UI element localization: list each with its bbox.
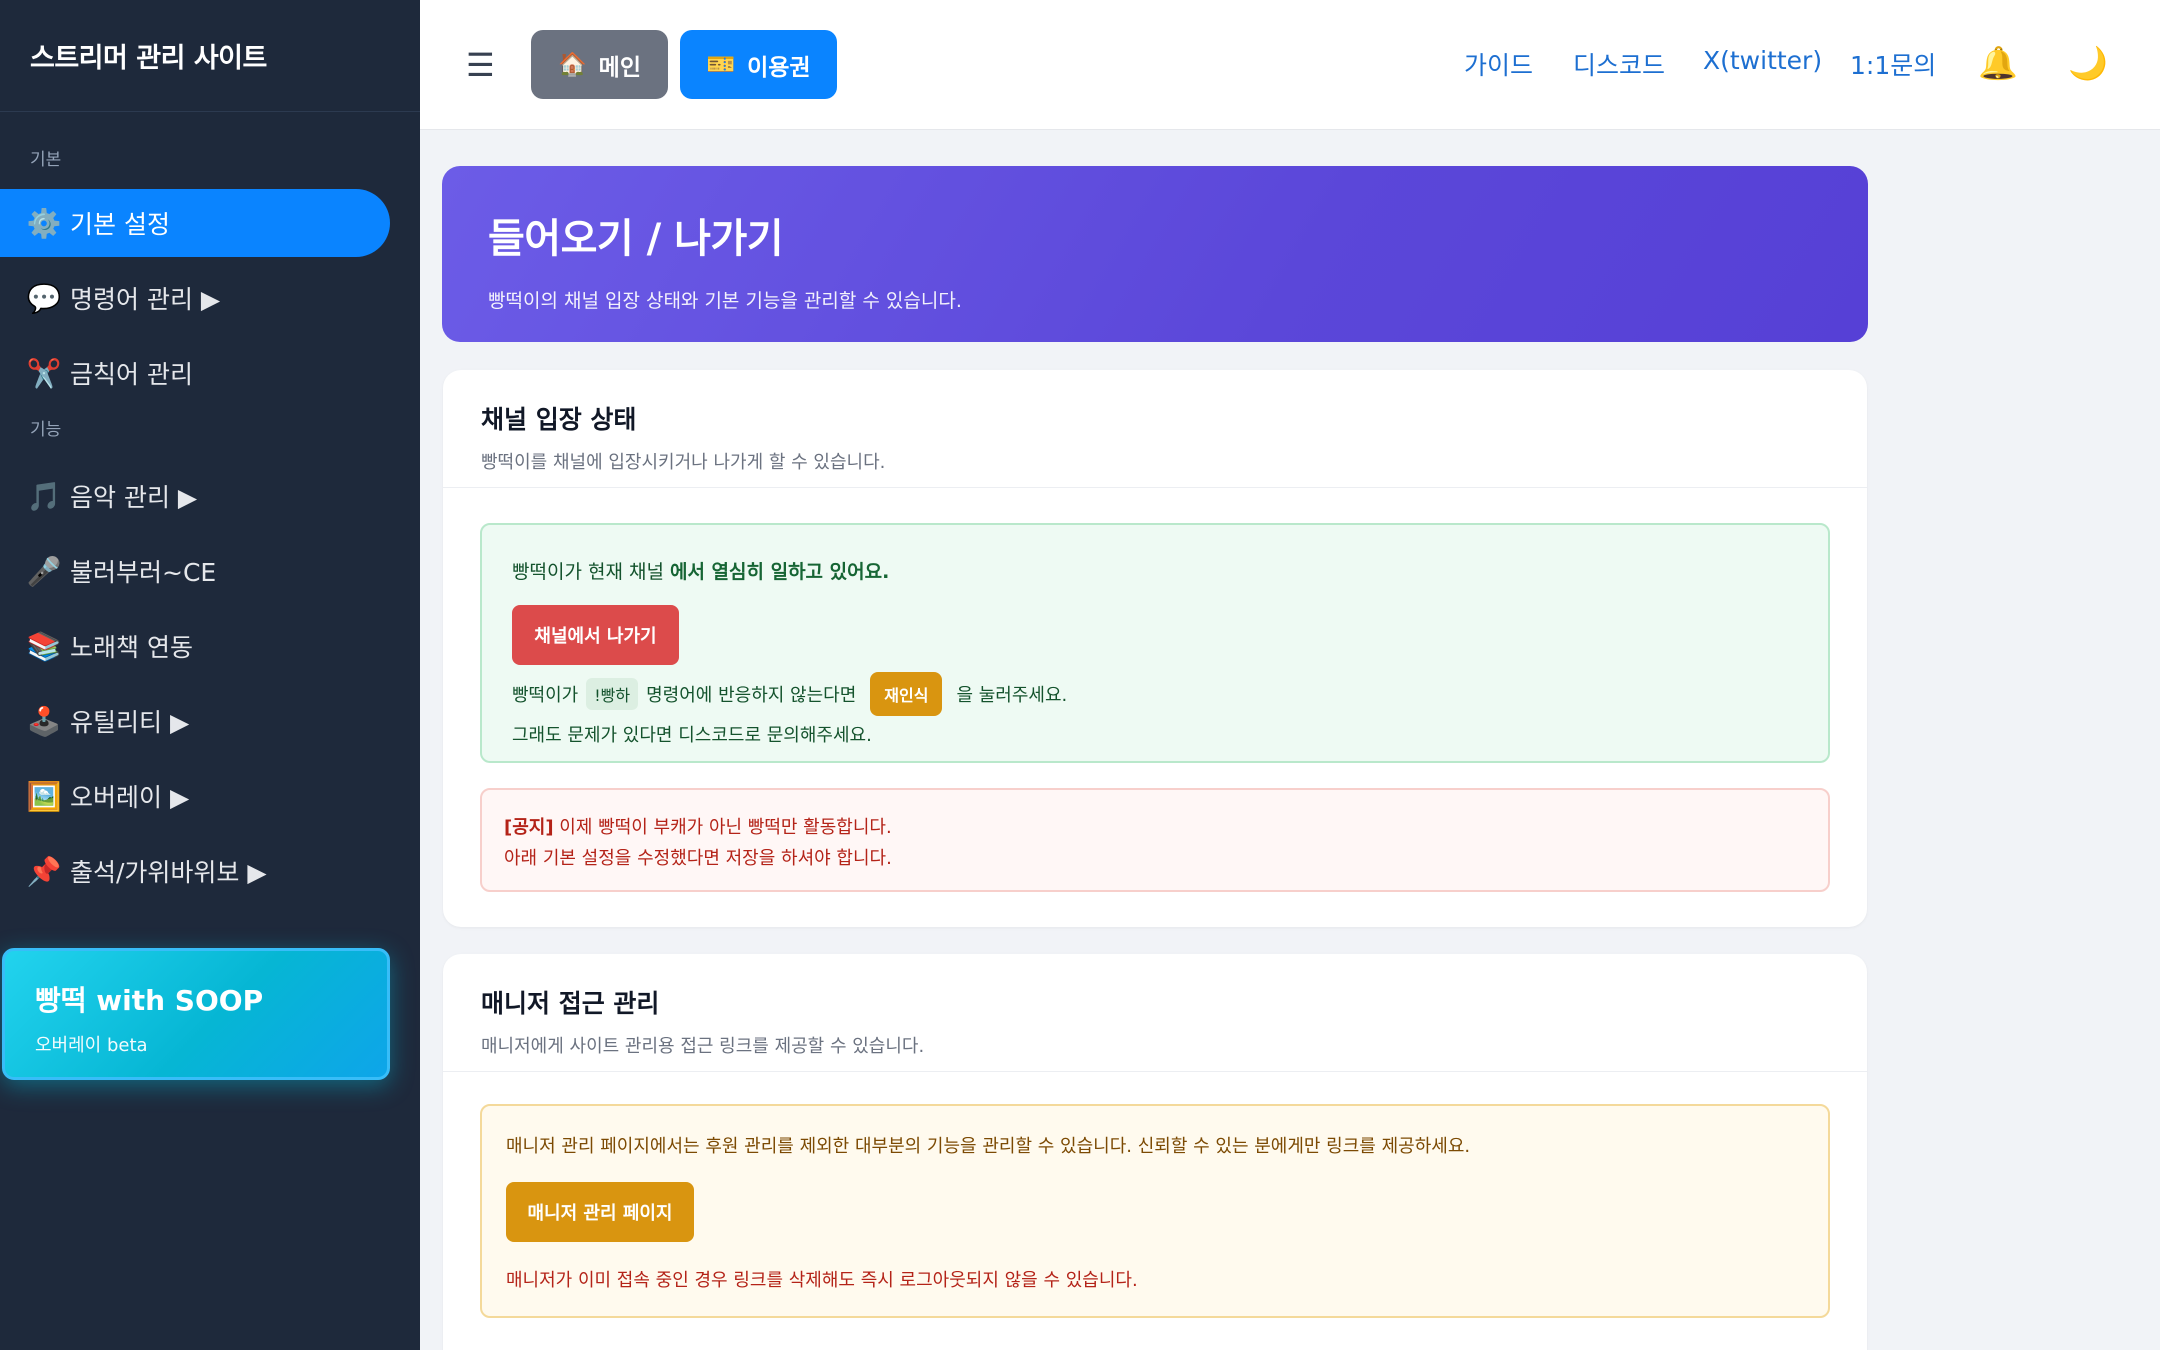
card-title: 매니저 접근 관리 <box>481 989 660 1018</box>
status-emphasis: 에서 열심히 일하고 있어요. <box>669 561 890 583</box>
sidebar-item-label: 불러부러~CE <box>70 558 217 587</box>
page-title: 들어오기 / 나가기 <box>488 216 784 262</box>
sidebar-item-label: 명령어 관리 ▶ <box>70 285 221 314</box>
hint-suffix: 을 눌러주세요. <box>956 685 1068 706</box>
twitter-link[interactable]: X(twitter) <box>1703 46 1822 75</box>
books-icon: 📚 <box>26 629 62 663</box>
manager-info-text: 매니저 관리 페이지에서는 후원 관리를 제외한 대부분의 기능을 관리할 수 … <box>506 1136 1471 1157</box>
picture-icon: 🖼️ <box>26 779 62 813</box>
sidebar-item-utility[interactable]: 🕹️ 유틸리티 ▶ <box>0 687 390 755</box>
notice-tag: [공지] <box>504 817 554 838</box>
leave-channel-button[interactable]: 채널에서 나가기 <box>512 605 679 665</box>
music-note-icon: 🎵 <box>26 479 62 513</box>
sidebar-item-banned-words[interactable]: ✂️ 금칙어 관리 <box>0 339 390 407</box>
card-header: 매니저 접근 관리 매니저에게 사이트 관리용 접근 링크를 제공할 수 있습니… <box>443 954 1867 1072</box>
sidebar-item-label: 유틸리티 ▶ <box>70 708 190 737</box>
joystick-icon: 🕹️ <box>26 704 62 738</box>
brand-title: 스트리머 관리 사이트 <box>0 0 420 112</box>
promo-subtitle: 오버레이 beta <box>35 1035 148 1056</box>
promo-card-soop[interactable]: 빵떡 with SOOP 오버레이 beta <box>2 948 390 1080</box>
card-subtitle: 빵떡이를 채널에 입장시키거나 나가게 할 수 있습니다. <box>481 452 886 473</box>
sidebar-item-commands[interactable]: 💬 명령어 관리 ▶ <box>0 264 390 332</box>
notice-panel: [공지] 이제 빵떡이 부캐가 아닌 빵떡만 활동합니다. 아래 기본 설정을 … <box>480 788 1830 892</box>
manager-page-button[interactable]: 매니저 관리 페이지 <box>506 1182 694 1242</box>
house-icon: 🏠 <box>558 52 587 78</box>
sidebar-item-songbook[interactable]: 📚 노래책 연동 <box>0 612 390 680</box>
ticket-button[interactable]: 🎫 이용권 <box>680 30 837 99</box>
reset-hint: 빵떡이가 !빵하 명령어에 반응하지 않는다면 재인식 을 눌러주세요. <box>512 672 1067 716</box>
sidebar-item-label: 음악 관리 ▶ <box>70 483 198 512</box>
sidebar-item-attendance[interactable]: 📌 출석/가위바위보 ▶ <box>0 837 390 905</box>
sidebar-item-overlay[interactable]: 🖼️ 오버레이 ▶ <box>0 762 390 830</box>
reset-button[interactable]: 재인식 <box>870 672 943 716</box>
manager-access-card: 매니저 접근 관리 매니저에게 사이트 관리용 접근 링크를 제공할 수 있습니… <box>443 954 1867 1350</box>
hamburger-menu-icon[interactable]: ☰ <box>466 46 495 84</box>
notice-line-1: [공지] 이제 빵떡이 부캐가 아닌 빵떡만 활동합니다. <box>504 812 1806 843</box>
sidebar-item-music[interactable]: 🎵 음악 관리 ▶ <box>0 462 390 530</box>
sidebar-item-label: 노래책 연동 <box>70 633 193 662</box>
ticket-icon: 🎫 <box>706 52 736 78</box>
notice-line-2: 아래 기본 설정을 수정했다면 저장을 하셔야 합니다. <box>504 848 892 869</box>
discord-link[interactable]: 디스코드 <box>1573 46 1665 82</box>
section-label-functions: 기능 <box>30 420 62 440</box>
main-button[interactable]: 🏠 메인 <box>531 30 668 99</box>
hint-middle: 명령어에 반응하지 않는다면 <box>646 685 857 706</box>
scissors-icon: ✂️ <box>26 356 62 390</box>
sidebar: 스트리머 관리 사이트 기본 ⚙️ 기본 설정 💬 명령어 관리 ▶ ✂️ 금칙… <box>0 0 420 1350</box>
sidebar-item-singing[interactable]: 🎤 불러부러~CE <box>0 537 390 605</box>
bell-icon[interactable]: 🔔 <box>1978 44 2018 82</box>
sidebar-item-label: 기본 설정 <box>70 210 170 239</box>
page-subtitle: 빵떡이의 채널 입장 상태와 기본 기능을 관리할 수 있습니다. <box>488 290 962 312</box>
pushpin-icon: 📌 <box>26 854 62 888</box>
promo-title: 빵떡 with SOOP <box>35 984 264 1017</box>
top-bar: ☰ 🏠 메인 🎫 이용권 가이드 디스코드 X(twitter) 1:1문의 🔔… <box>420 0 2160 130</box>
channel-status-card: 채널 입장 상태 빵떡이를 채널에 입장시키거나 나가게 할 수 있습니다. 빵… <box>443 370 1867 927</box>
card-header: 채널 입장 상태 빵떡이를 채널에 입장시키거나 나가게 할 수 있습니다. <box>443 370 1867 488</box>
section-label-basic: 기본 <box>30 150 62 170</box>
sidebar-item-label: 금칙어 관리 <box>70 360 193 389</box>
sidebar-item-label: 오버레이 ▶ <box>70 783 190 812</box>
card-subtitle: 매니저에게 사이트 관리용 접근 링크를 제공할 수 있습니다. <box>481 1036 925 1057</box>
command-chip: !빵하 <box>586 678 639 710</box>
card-title: 채널 입장 상태 <box>481 405 637 434</box>
manager-info-panel: 매니저 관리 페이지에서는 후원 관리를 제외한 대부분의 기능을 관리할 수 … <box>480 1104 1830 1318</box>
moon-icon[interactable]: 🌙 <box>2068 44 2108 82</box>
page-hero: 들어오기 / 나가기 빵떡이의 채널 입장 상태와 기본 기능을 관리할 수 있… <box>442 166 1868 342</box>
inquiry-link[interactable]: 1:1문의 <box>1850 46 1936 82</box>
microphone-icon: 🎤 <box>26 554 62 588</box>
main-button-label: 메인 <box>598 54 641 81</box>
support-hint: 그래도 문제가 있다면 디스코드로 문의해주세요. <box>512 725 872 746</box>
manager-footnote: 매니저가 이미 접속 중인 경우 링크를 삭제해도 즉시 로그아웃되지 않을 수… <box>506 1270 1138 1291</box>
ticket-button-label: 이용권 <box>747 54 811 81</box>
hint-prefix: 빵떡이가 <box>512 685 579 706</box>
guide-link[interactable]: 가이드 <box>1464 46 1533 82</box>
sidebar-item-label: 출석/가위바위보 ▶ <box>70 858 267 887</box>
notice-text: 이제 빵떡이 부캐가 아닌 빵떡만 활동합니다. <box>553 817 892 838</box>
status-text: 빵떡이가 현재 채널 에서 열심히 일하고 있어요. <box>512 557 1798 584</box>
speech-bubble-icon: 💬 <box>26 281 62 315</box>
sidebar-item-basic-settings[interactable]: ⚙️ 기본 설정 <box>0 189 390 257</box>
gear-icon: ⚙️ <box>26 206 62 240</box>
status-panel: 빵떡이가 현재 채널 에서 열심히 일하고 있어요. 채널에서 나가기 빵떡이가… <box>480 523 1830 763</box>
status-prefix: 빵떡이가 현재 채널 <box>512 561 670 583</box>
